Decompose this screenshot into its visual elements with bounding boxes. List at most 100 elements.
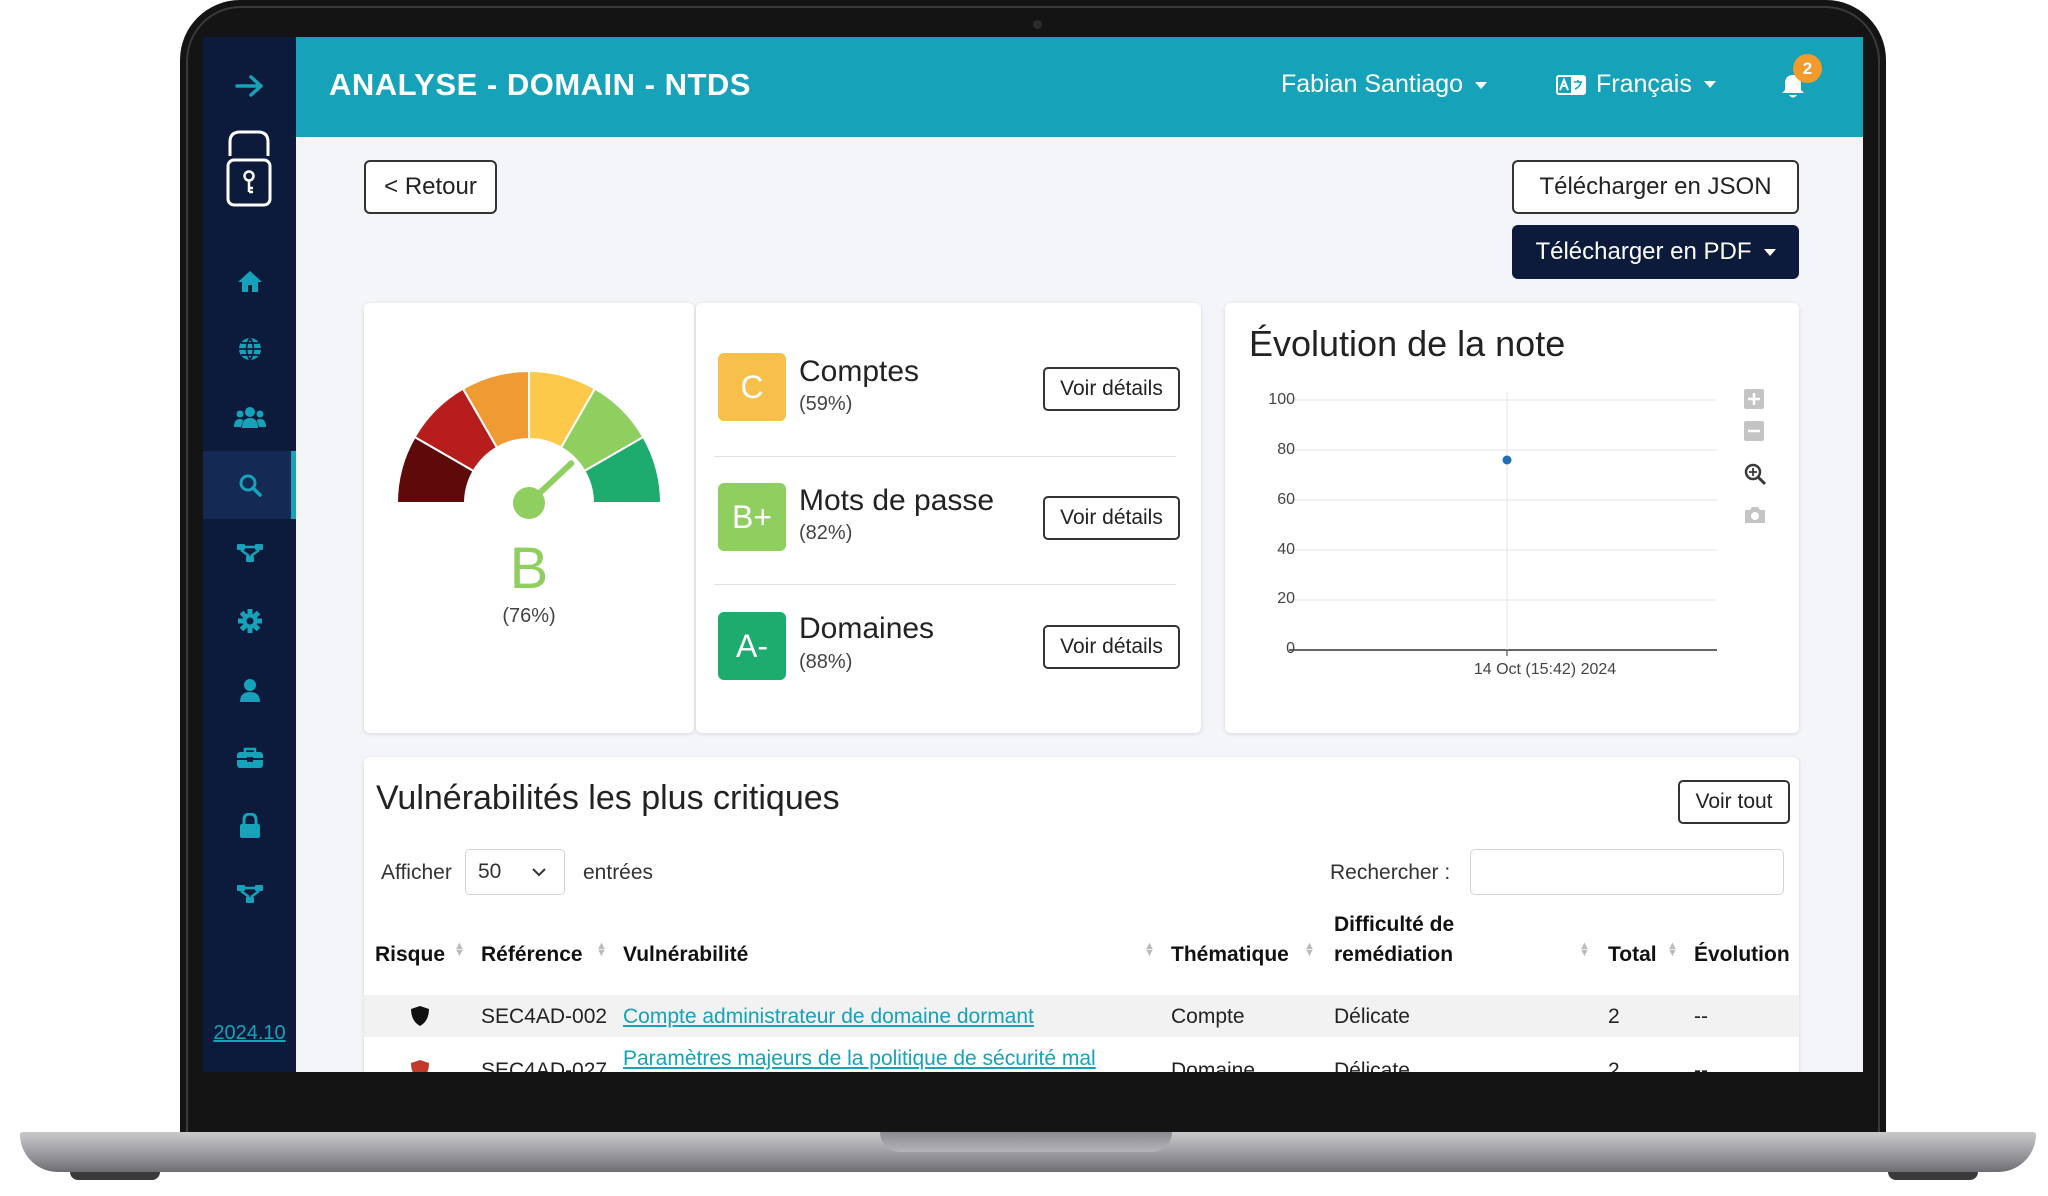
view-details-passwords-button[interactable]: Voir détails xyxy=(1043,496,1180,540)
language-menu[interactable]: Français xyxy=(1556,70,1716,99)
back-button[interactable]: < Retour xyxy=(364,160,497,214)
sort-icon[interactable]: ▲ ▼ xyxy=(454,941,465,959)
y-tick-label: 20 xyxy=(1277,590,1295,607)
search-input[interactable] xyxy=(1470,849,1784,895)
shield-icon xyxy=(411,1006,429,1026)
sort-icon[interactable]: ▲ ▼ xyxy=(1304,941,1315,959)
section-title: Vulnérabilités les plus critiques xyxy=(376,779,840,817)
category-name: Mots de passe xyxy=(799,484,995,517)
zoom-select-icon[interactable] xyxy=(1743,462,1767,486)
y-tick-label: 80 xyxy=(1277,441,1295,458)
network-icon xyxy=(236,544,263,562)
column-header-risk[interactable]: Risque xyxy=(375,943,445,967)
chevron-down-icon xyxy=(1475,81,1488,89)
sort-icon[interactable]: ▲ ▼ xyxy=(1144,941,1155,959)
sidebar-item-network[interactable] xyxy=(203,519,296,587)
top-header: ANALYSE - DOMAIN - NTDS Fabian Santiago … xyxy=(296,37,1863,137)
chevron-down-icon xyxy=(1763,248,1776,256)
lock-icon xyxy=(239,813,260,838)
column-header-difficulty-line2[interactable]: remédiation xyxy=(1334,943,1453,967)
entries-label: entrées xyxy=(583,861,654,884)
chevron-down-icon xyxy=(532,868,546,877)
gauge-card: B (76%) xyxy=(364,303,694,733)
sort-icon[interactable]: ▲ ▼ xyxy=(1579,941,1590,959)
network-icon xyxy=(236,885,263,903)
column-header-difficulty[interactable]: Difficulté de xyxy=(1334,913,1454,937)
y-tick-label: 40 xyxy=(1277,541,1295,558)
laptop-notch xyxy=(880,1132,1172,1152)
view-details-accounts-button[interactable]: Voir détails xyxy=(1043,367,1180,411)
sidebar-toggle[interactable] xyxy=(203,52,296,120)
vulnerability-link[interactable]: Compte administrateur de domaine dormant xyxy=(623,1005,1034,1029)
sort-icon[interactable]: ▲ ▼ xyxy=(1667,941,1678,959)
score-gauge xyxy=(395,369,663,519)
app-screen: 2024.10 ANALYSE - DOMAIN - NTDS Fabian S… xyxy=(203,37,1863,1072)
divider xyxy=(714,584,1176,585)
globe-icon xyxy=(238,337,261,361)
cell-reference: SEC4AD-027 xyxy=(481,1059,608,1072)
laptop-foot xyxy=(1888,1172,1978,1180)
view-all-button[interactable]: Voir tout xyxy=(1678,780,1790,824)
overall-percent: (76%) xyxy=(502,605,556,627)
download-pdf-button[interactable]: Télécharger en PDF xyxy=(1512,225,1799,279)
laptop-mockup: 2024.10 ANALYSE - DOMAIN - NTDS Fabian S… xyxy=(0,0,2048,1196)
zoom-in-icon[interactable] xyxy=(1743,388,1765,410)
sidebar-item-search[interactable] xyxy=(203,451,296,519)
page-size-select[interactable]: 50 xyxy=(465,849,565,895)
sidebar-item-toolbox[interactable] xyxy=(203,724,296,792)
notification-badge: 2 xyxy=(1793,54,1822,83)
camera-icon[interactable] xyxy=(1743,505,1767,525)
arrow-right-icon xyxy=(234,75,263,97)
column-header-reference[interactable]: Référence xyxy=(481,943,583,967)
cell-difficulty: Délicate xyxy=(1334,1059,1410,1072)
sidebar-item-network-2[interactable] xyxy=(203,860,296,928)
score-evolution-card: Évolution de la note 100 80 60 40 20 0 1… xyxy=(1225,303,1799,733)
grade-box-passwords: B+ xyxy=(718,483,786,551)
cell-theme: Compte xyxy=(1171,1005,1245,1028)
language-icon xyxy=(1556,74,1586,95)
cell-evolution: -- xyxy=(1694,1005,1708,1028)
column-header-total[interactable]: Total xyxy=(1608,943,1657,967)
y-tick-label: 0 xyxy=(1286,640,1295,657)
grade-box-domains: A- xyxy=(718,612,786,680)
sidebar-item-home[interactable] xyxy=(203,247,296,315)
cell-total: 2 xyxy=(1608,1059,1620,1072)
sidebar-item-user[interactable] xyxy=(203,656,296,724)
sidebar-item-users[interactable] xyxy=(203,383,296,451)
gear-icon xyxy=(237,609,262,633)
y-tick-label: 60 xyxy=(1277,491,1295,508)
column-header-evolution[interactable]: Évolution xyxy=(1694,943,1790,967)
home-icon xyxy=(237,271,262,292)
users-icon xyxy=(233,407,266,428)
laptop-foot xyxy=(70,1172,160,1180)
category-percent: (88%) xyxy=(799,651,853,673)
download-pdf-label: Télécharger en PDF xyxy=(1535,238,1752,265)
sidebar-item-settings[interactable] xyxy=(203,587,296,655)
sort-icon[interactable]: ▲ ▼ xyxy=(596,941,607,959)
view-details-domains-button[interactable]: Voir détails xyxy=(1043,625,1180,669)
overall-grade: B xyxy=(509,536,549,601)
sidebar-item-lock[interactable] xyxy=(203,792,296,860)
x-tick-label: 14 Oct (15:42) 2024 xyxy=(1473,661,1617,678)
shield-icon xyxy=(411,1060,429,1072)
version-link[interactable]: 2024.10 xyxy=(203,1022,296,1045)
divider xyxy=(714,456,1176,457)
column-header-theme[interactable]: Thématique xyxy=(1171,943,1289,967)
categories-card: C Comptes (59%) Voir détails B+ Mots de … xyxy=(696,303,1201,733)
download-json-button[interactable]: Télécharger en JSON xyxy=(1512,160,1799,214)
vulnerabilities-card: Vulnérabilités les plus critiques Voir t… xyxy=(364,757,1799,1072)
y-tick-label: 100 xyxy=(1268,391,1295,408)
cell-theme: Domaine xyxy=(1171,1059,1256,1072)
zoom-out-icon[interactable] xyxy=(1743,420,1765,442)
sidebar-item-globe[interactable] xyxy=(203,315,296,383)
category-percent: (82%) xyxy=(799,522,853,544)
user-icon xyxy=(239,679,260,702)
cell-total: 2 xyxy=(1608,1005,1620,1028)
vulnerability-link[interactable]: Paramètres majeurs de la politique de sé… xyxy=(623,1047,1096,1071)
cell-evolution: -- xyxy=(1694,1059,1708,1072)
cell-difficulty: Délicate xyxy=(1334,1005,1410,1028)
grade-box-accounts: C xyxy=(718,353,786,421)
user-menu[interactable]: Fabian Santiago xyxy=(1281,70,1488,99)
column-header-vulnerability[interactable]: Vulnérabilité xyxy=(623,943,748,967)
lock-logo-icon xyxy=(226,130,272,207)
